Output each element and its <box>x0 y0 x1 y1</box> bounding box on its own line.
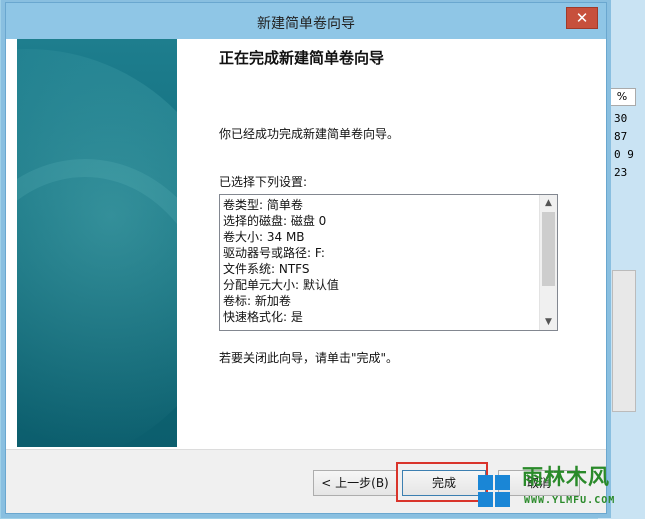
sidebar-wave-decoration <box>17 159 177 447</box>
watermark-logo: 雨林木风 WWW.YLMFU.COM <box>478 455 645 519</box>
list-item: 卷大小: 34 MB <box>223 230 305 244</box>
table-cell: 87 <box>614 130 628 143</box>
closing-instruction: 若要关闭此向导，请单击"完成"。 <box>219 351 399 365</box>
settings-label: 已选择下列设置: <box>219 175 308 189</box>
table-cell: 30 <box>614 112 628 125</box>
close-button[interactable]: ✕ <box>566 7 598 29</box>
settings-list-content: 卷类型: 简单卷 选择的磁盘: 磁盘 0 卷大小: 34 MB 驱动器号或路径:… <box>220 195 539 330</box>
back-button[interactable]: < 上一步(B) <box>313 470 397 496</box>
scroll-thumb[interactable] <box>542 212 555 286</box>
scroll-up-arrow-icon[interactable]: ▲ <box>540 195 557 211</box>
table-cell: 23 <box>614 166 628 179</box>
list-item: 文件系统: NTFS <box>223 262 310 276</box>
list-item: 驱动器号或路径: F: <box>223 246 325 260</box>
background-scrollbar[interactable] <box>612 270 636 412</box>
title-bar[interactable]: 新建简单卷向导 ✕ <box>6 3 606 39</box>
close-icon: ✕ <box>575 9 589 27</box>
wizard-sidebar-graphic <box>17 39 177 447</box>
finish-highlight-box <box>396 462 488 502</box>
windows-logo-icon <box>478 475 510 507</box>
list-item: 选择的磁盘: 磁盘 0 <box>223 214 327 228</box>
table-cell: 0 9 <box>614 148 634 161</box>
watermark-text: 雨林木风 <box>522 465 610 489</box>
list-item: 快速格式化: 是 <box>223 310 303 324</box>
wizard-dialog: 新建简单卷向导 ✕ 正在完成新建简单卷向导 你已经成功完成新建简单卷向导。 已选… <box>5 2 607 514</box>
settings-summary-list[interactable]: 卷类型: 简单卷 选择的磁盘: 磁盘 0 卷大小: 34 MB 驱动器号或路径:… <box>219 194 558 331</box>
window-title: 新建简单卷向导 <box>257 16 355 32</box>
percent-column-header[interactable]: % <box>608 88 636 106</box>
list-scrollbar[interactable]: ▲ ▼ <box>539 195 557 330</box>
wizard-body: 正在完成新建简单卷向导 你已经成功完成新建简单卷向导。 已选择下列设置: 卷类型… <box>6 39 606 449</box>
list-item: 卷类型: 简单卷 <box>223 198 303 212</box>
list-item: 分配单元大小: 默认值 <box>223 278 339 292</box>
intro-text: 你已经成功完成新建简单卷向导。 <box>219 127 400 141</box>
list-item: 卷标: 新加卷 <box>223 294 291 308</box>
scroll-down-arrow-icon[interactable]: ▼ <box>540 314 557 330</box>
page-title: 正在完成新建简单卷向导 <box>219 49 385 67</box>
wizard-content: 正在完成新建简单卷向导 你已经成功完成新建简单卷向导。 已选择下列设置: 卷类型… <box>219 39 589 439</box>
watermark-url: WWW.YLMFU.COM <box>524 495 616 506</box>
